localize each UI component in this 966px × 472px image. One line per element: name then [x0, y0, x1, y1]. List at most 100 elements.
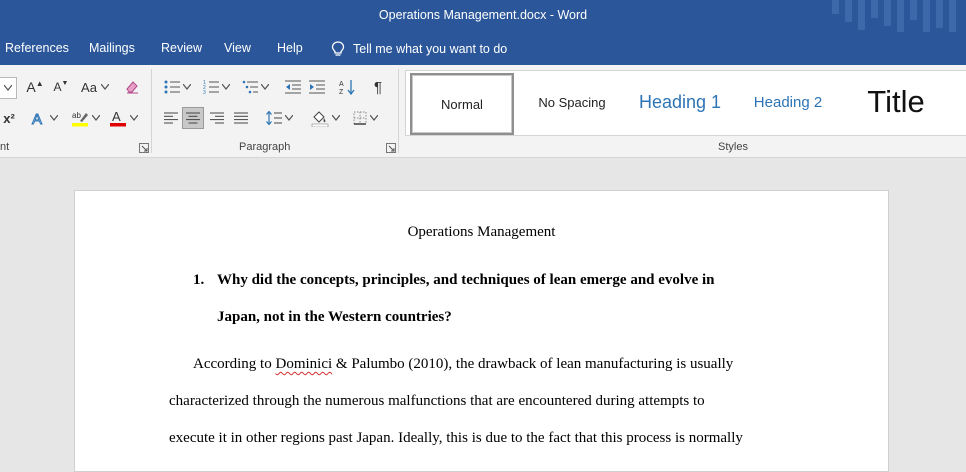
svg-text:3: 3 — [203, 90, 206, 94]
title-bar-decoration — [832, 0, 839, 14]
svg-text:A: A — [32, 111, 42, 126]
text-effects-button[interactable]: A — [28, 108, 60, 128]
paragraph-text: & Palumbo (2010), the drawback of lean m… — [332, 356, 734, 372]
superscript-button[interactable]: x² — [0, 108, 18, 128]
title-bar-decoration — [897, 0, 904, 32]
align-left-icon — [164, 112, 178, 124]
grow-font-label: A — [26, 79, 36, 95]
document-page[interactable]: Operations Management 1. Why did the con… — [74, 190, 889, 472]
title-bar-decoration — [884, 0, 891, 26]
paragraph-group-label: Paragraph — [239, 141, 291, 153]
title-bar-decoration — [923, 0, 930, 32]
bullets-icon — [164, 80, 180, 94]
align-right-button[interactable] — [206, 107, 228, 129]
line-spacing-icon — [265, 111, 282, 125]
align-right-icon — [210, 112, 224, 124]
chevron-down-icon — [4, 85, 12, 91]
style-heading-1[interactable]: Heading 1 — [630, 73, 730, 131]
highlight-color-button[interactable]: ab — [68, 108, 102, 128]
grow-arrow-icon: ▲ — [35, 78, 44, 88]
paragraph-line-2: characterized through the numerous malfu… — [169, 393, 705, 409]
title-bar: Operations Management.docx - Word — [0, 0, 966, 32]
chevron-down-icon — [260, 84, 269, 90]
style-heading-2[interactable]: Heading 2 — [738, 73, 838, 131]
sort-button[interactable]: A Z — [337, 77, 357, 97]
title-bar-decoration — [949, 0, 956, 32]
shrink-font-label: A — [53, 80, 62, 94]
text-effects-icon: A — [31, 111, 42, 127]
document-area: Operations Management 1. Why did the con… — [0, 158, 966, 472]
decrease-indent-icon — [285, 80, 301, 94]
justify-icon — [234, 112, 248, 124]
dialog-launcher-icon — [388, 145, 395, 152]
show-formatting-marks-button[interactable]: ¶ — [368, 77, 388, 97]
font-size-dropdown[interactable] — [0, 77, 17, 99]
title-bar-decoration — [871, 0, 878, 18]
superscript-label: x² — [3, 110, 15, 126]
style-normal[interactable]: Normal — [410, 73, 514, 135]
clear-formatting-button[interactable] — [122, 77, 142, 97]
borders-button[interactable] — [348, 107, 382, 129]
numbering-icon: 1 2 3 — [203, 80, 219, 94]
font-dialog-launcher[interactable] — [139, 143, 149, 153]
svg-text:Z: Z — [339, 89, 344, 95]
font-color-button[interactable]: A — [106, 108, 140, 128]
borders-icon — [353, 111, 366, 125]
font-color-icon: A — [109, 109, 126, 127]
chevron-down-icon — [182, 84, 191, 90]
chevron-down-icon — [369, 115, 378, 121]
svg-text:ab: ab — [72, 111, 81, 120]
align-center-button[interactable] — [182, 107, 204, 129]
align-left-button[interactable] — [160, 107, 182, 129]
style-title[interactable]: Title — [846, 73, 946, 131]
chevron-down-icon — [100, 84, 109, 90]
shrink-font-button[interactable]: A ▼ — [51, 77, 71, 97]
ribbon: A ▲ A ▼ Aa x² A ab A nt 1 2 3 A Z ¶ Para… — [0, 65, 966, 158]
change-case-button[interactable]: Aa — [78, 77, 112, 97]
decrease-indent-button[interactable] — [283, 77, 303, 97]
tab-help[interactable]: Help — [277, 41, 303, 55]
window-title: Operations Management.docx - Word — [378, 8, 588, 22]
ribbon-tabs: References Mailings Review View Help Tel… — [0, 32, 966, 65]
tab-review[interactable]: Review — [161, 41, 202, 55]
misspelled-word[interactable]: Dominici — [275, 356, 332, 372]
justify-button[interactable] — [230, 107, 252, 129]
title-bar-decoration — [858, 0, 865, 30]
font-group-label: nt — [0, 141, 10, 153]
style-no-spacing[interactable]: No Spacing — [522, 73, 622, 131]
grow-font-button[interactable]: A ▲ — [25, 77, 45, 97]
eraser-icon — [126, 81, 138, 94]
tab-view[interactable]: View — [224, 41, 251, 55]
tell-me-label: Tell me what you want to do — [353, 42, 508, 56]
numbering-button[interactable]: 1 2 3 — [199, 77, 233, 97]
dialog-launcher-icon — [141, 145, 148, 152]
style-no-spacing-label: No Spacing — [538, 94, 606, 110]
tell-me-search[interactable]: Tell me what you want to do — [331, 41, 507, 57]
multilevel-list-icon — [242, 80, 258, 94]
paragraph-text: According to — [193, 356, 276, 372]
sort-icon: A Z — [339, 80, 355, 95]
chevron-down-icon — [331, 115, 340, 121]
style-heading-2-label: Heading 2 — [753, 93, 823, 111]
tab-references[interactable]: References — [5, 41, 69, 55]
style-normal-label: Normal — [441, 96, 483, 112]
paragraph-dialog-launcher[interactable] — [386, 143, 396, 153]
tab-mailings[interactable]: Mailings — [89, 41, 135, 55]
multilevel-list-button[interactable] — [238, 77, 272, 97]
title-bar-decoration — [936, 0, 943, 28]
title-bar-decoration — [845, 0, 852, 22]
svg-text:A: A — [339, 81, 344, 88]
document-title: Operations Management — [407, 224, 556, 240]
line-spacing-button[interactable] — [262, 107, 296, 129]
increase-indent-icon — [309, 80, 325, 94]
increase-indent-button[interactable] — [307, 77, 327, 97]
svg-text:A: A — [112, 109, 121, 124]
styles-group-label: Styles — [718, 141, 748, 153]
chevron-down-icon — [284, 115, 293, 121]
chevron-down-icon — [91, 115, 100, 121]
bullets-button[interactable] — [160, 77, 194, 97]
style-heading-1-label: Heading 1 — [638, 91, 722, 112]
align-center-icon — [186, 112, 200, 124]
shading-button[interactable] — [308, 107, 342, 129]
group-separator — [398, 69, 399, 153]
